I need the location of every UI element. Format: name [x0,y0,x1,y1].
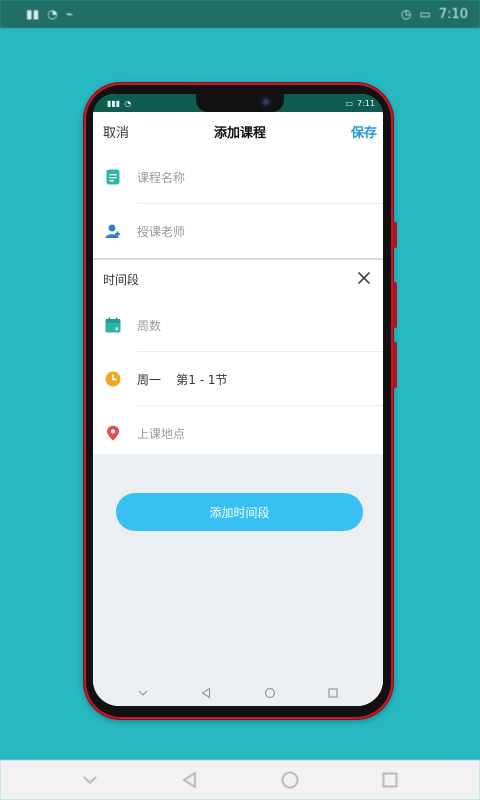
signal-icon: ▮▮ [26,7,40,21]
outer-time: 7:10 [438,6,468,22]
time-section-label: 时间段 [103,272,140,287]
close-icon[interactable] [357,270,371,289]
location-field[interactable]: 上课地点 [93,406,383,460]
clock-icon [105,371,121,387]
back-icon[interactable] [200,684,212,703]
alarm-icon: ◷ [400,7,412,21]
teacher-placeholder: 授课老师 [137,224,186,239]
teacher-icon [105,223,121,239]
weeks-placeholder: 周数 [137,318,162,333]
save-button[interactable]: 保存 [351,122,377,141]
page-header: 取消 添加课程 保存 [93,112,383,150]
battery-icon: ▭ [345,98,354,108]
home-icon[interactable] [264,684,276,703]
chevron-down-icon[interactable] [79,769,101,791]
side-button [393,342,397,388]
camera [261,97,271,107]
teacher-field[interactable]: 授课老师 [93,204,383,258]
day-period-field[interactable]: 周一 第1 - 1节 [93,352,383,406]
phone-nav-bar [93,680,383,706]
wifi-icon: ◔ [47,7,58,21]
outer-status-bar: ▮▮ ◔ ⌁ ◷ ▭ 7:10 [0,0,480,28]
recents-icon[interactable] [379,769,401,791]
footer-area: 添加时间段 [93,454,383,706]
page-title: 添加课程 [213,125,266,141]
location-pin-icon [105,425,121,441]
wifi-icon: ◔ [124,98,132,108]
document-icon [105,169,121,185]
location-placeholder: 上课地点 [137,426,186,441]
add-time-period-button[interactable]: 添加时间段 [116,493,363,531]
usb-icon: ⌁ [65,7,73,21]
back-icon[interactable] [179,769,201,791]
home-icon[interactable] [279,769,301,791]
calendar-icon [105,317,121,333]
cancel-button[interactable]: 取消 [103,122,129,141]
time-section-header: 时间段 [93,260,383,298]
recents-icon[interactable] [327,684,339,703]
phone-time: 7:11 [357,98,375,108]
phone-screen: ▮▮▮ ◔ ▭ 7:11 取消 添加课程 保存 课程名称 授课老师 时间段 周数… [93,94,383,706]
signal-icon: ▮▮▮ [107,98,121,108]
day-period-value: 周一 第1 - 1节 [137,372,228,387]
power-button [393,282,397,328]
weeks-field[interactable]: 周数 [93,298,383,352]
battery-icon: ▭ [419,7,431,21]
course-name-placeholder: 课程名称 [137,170,186,185]
course-name-field[interactable]: 课程名称 [93,150,383,204]
outer-nav-bar [0,760,480,800]
phone-mockup: ▮▮▮ ◔ ▭ 7:11 取消 添加课程 保存 课程名称 授课老师 时间段 周数… [83,82,397,720]
chevron-down-icon[interactable] [137,684,149,703]
volume-button [393,222,397,248]
